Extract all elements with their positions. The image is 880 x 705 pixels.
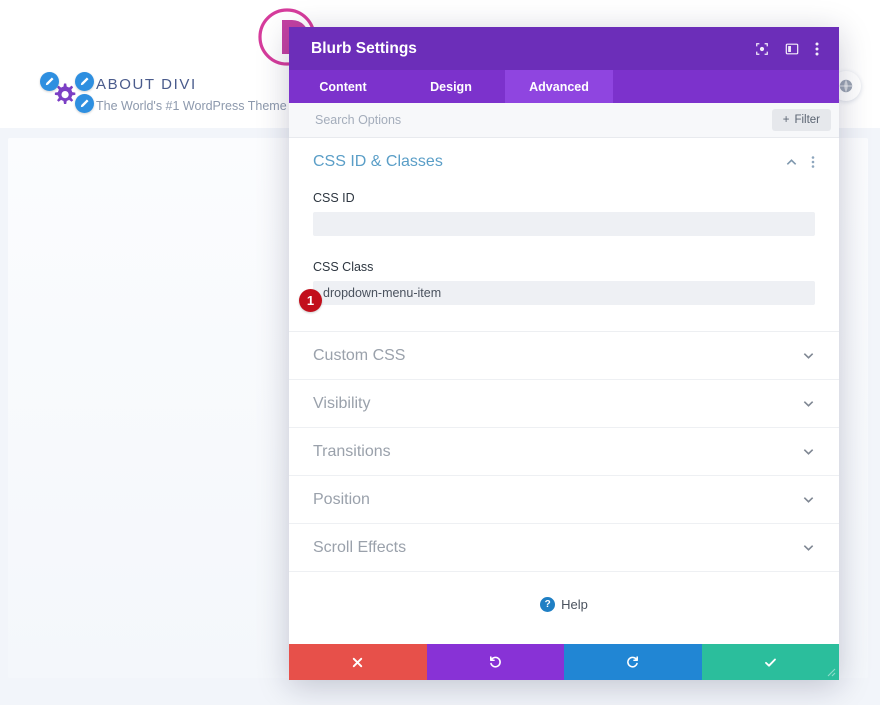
section-title: Scroll Effects xyxy=(313,539,802,557)
save-button[interactable] xyxy=(702,644,840,680)
section-position[interactable]: Position xyxy=(289,476,839,524)
plus-icon: + xyxy=(783,114,790,126)
chevron-down-icon[interactable] xyxy=(802,541,815,554)
help-link[interactable]: ? Help xyxy=(289,580,839,628)
section-title: Custom CSS xyxy=(313,347,802,365)
css-id-label: CSS ID xyxy=(313,191,815,205)
undo-button[interactable] xyxy=(427,644,565,680)
chevron-up-icon[interactable] xyxy=(785,156,798,169)
layout-panel-icon[interactable] xyxy=(785,42,799,56)
tab-advanced[interactable]: Advanced xyxy=(505,70,613,103)
chevron-down-icon[interactable] xyxy=(802,445,815,458)
section-scroll-effects[interactable]: Scroll Effects xyxy=(289,524,839,572)
css-id-input[interactable] xyxy=(313,212,815,236)
edit-pencil-icon[interactable] xyxy=(75,94,94,113)
section-title: CSS ID & Classes xyxy=(313,153,785,171)
filter-button-label: Filter xyxy=(794,114,820,126)
close-button[interactable] xyxy=(289,644,427,680)
modal-tabs: Content Design Advanced xyxy=(289,70,839,103)
section-title: Visibility xyxy=(313,395,802,413)
resize-handle-icon[interactable] xyxy=(824,665,836,677)
chevron-down-icon[interactable] xyxy=(802,493,815,506)
edit-pencil-icon[interactable] xyxy=(75,72,94,91)
titlebar-actions xyxy=(755,41,825,57)
section-title: Position xyxy=(313,491,802,509)
field-group-css-id: CSS ID xyxy=(289,191,839,236)
edit-pencil-icon[interactable] xyxy=(40,72,59,91)
field-group-css-class: CSS Class 1 xyxy=(289,260,839,305)
modal-body: CSS ID & Classes xyxy=(289,138,839,644)
section-tools xyxy=(785,155,815,169)
chevron-down-icon[interactable] xyxy=(802,349,815,362)
modal-footer xyxy=(289,644,839,680)
search-input[interactable] xyxy=(313,112,772,128)
page-title: Blurb Settings xyxy=(311,40,755,58)
section-custom-css[interactable]: Custom CSS xyxy=(289,332,839,380)
more-vertical-icon[interactable] xyxy=(815,41,819,57)
redo-button[interactable] xyxy=(564,644,702,680)
tab-content[interactable]: Content xyxy=(289,70,397,103)
tab-design[interactable]: Design xyxy=(397,70,505,103)
section-title: Transitions xyxy=(313,443,802,461)
chevron-down-icon[interactable] xyxy=(802,397,815,410)
filter-button[interactable]: + Filter xyxy=(772,109,831,131)
section-visibility[interactable]: Visibility xyxy=(289,380,839,428)
section-transitions[interactable]: Transitions xyxy=(289,428,839,476)
question-circle-icon: ? xyxy=(540,597,555,612)
section-css-id-classes: CSS ID & Classes xyxy=(289,138,839,332)
blurb-settings-modal: Blurb Settings xyxy=(289,27,839,680)
section-header[interactable]: CSS ID & Classes xyxy=(289,138,839,186)
more-vertical-icon[interactable] xyxy=(811,155,815,169)
focus-target-icon[interactable] xyxy=(755,42,769,56)
help-label: Help xyxy=(561,597,588,612)
modal-titlebar: Blurb Settings xyxy=(289,27,839,70)
css-class-input[interactable] xyxy=(313,281,815,305)
search-row: + Filter xyxy=(289,103,839,138)
step-badge-1: 1 xyxy=(299,289,322,312)
css-class-label: CSS Class xyxy=(313,260,815,274)
